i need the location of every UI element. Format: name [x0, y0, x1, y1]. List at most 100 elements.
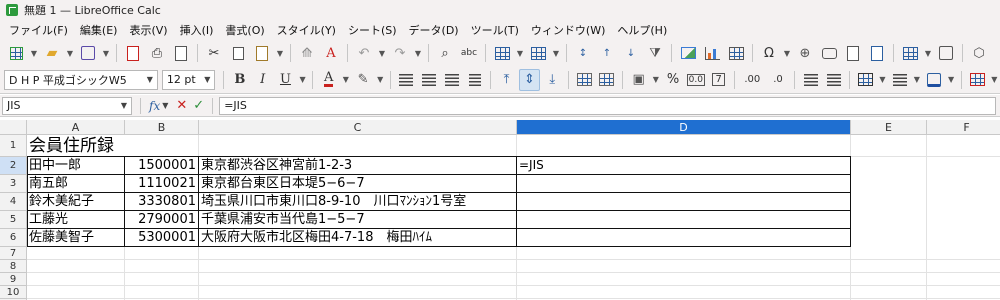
row-header-2[interactable]: 2	[0, 157, 27, 175]
underline-button[interactable]: U	[275, 69, 296, 91]
decrease-indent-icon[interactable]	[823, 69, 844, 91]
column-icon[interactable]	[527, 42, 549, 64]
cell-a6[interactable]: 佐藤美智子	[27, 229, 125, 247]
find-replace-icon[interactable]: ⌕	[434, 42, 456, 64]
column-header-d[interactable]: D	[517, 120, 851, 135]
undo-dropdown-chevron-icon[interactable]: ▼	[377, 42, 387, 64]
font-name-combobox[interactable]: D H P 平成ゴシックW5 ▼	[4, 69, 158, 90]
cell-a3[interactable]: 南五郎	[27, 175, 125, 193]
menu-view[interactable]: 表示(V)	[123, 22, 173, 38]
underline-dropdown-chevron-icon[interactable]: ▼	[298, 69, 307, 91]
cell-a2[interactable]: 田中一郎	[27, 157, 125, 175]
special-character-icon[interactable]: Ω	[758, 42, 780, 64]
open-folder-icon[interactable]: ▰	[41, 42, 63, 64]
export-pdf-icon[interactable]	[122, 42, 144, 64]
column-header-e[interactable]: E	[851, 120, 927, 135]
sort-descending-icon[interactable]: ↓	[620, 42, 642, 64]
currency-format-icon[interactable]: ▣	[628, 69, 649, 91]
cell-d3[interactable]	[517, 175, 851, 193]
align-center-icon[interactable]	[419, 69, 440, 91]
menu-help[interactable]: ヘルプ(H)	[611, 22, 673, 38]
new-document-icon[interactable]	[5, 42, 27, 64]
row-header-7[interactable]: 7	[0, 247, 27, 260]
hyperlink-icon[interactable]: ⊕	[794, 42, 816, 64]
chevron-down-icon[interactable]: ▼	[147, 75, 153, 84]
print-icon[interactable]: ⎙	[146, 42, 168, 64]
row-header-9[interactable]: 9	[0, 273, 27, 286]
cell-e1[interactable]	[851, 135, 927, 157]
name-box[interactable]: JIS ▼	[2, 96, 132, 115]
insert-chart-icon[interactable]	[701, 42, 723, 64]
row-header-4[interactable]: 4	[0, 193, 27, 211]
align-bottom-icon[interactable]: ⤓	[542, 69, 563, 91]
define-print-area-icon[interactable]	[866, 42, 888, 64]
menu-insert[interactable]: 挿入(I)	[174, 22, 220, 38]
font-color-dropdown-chevron-icon[interactable]: ▼	[341, 69, 350, 91]
borders-icon[interactable]	[855, 69, 876, 91]
wrap-text-icon[interactable]	[464, 69, 485, 91]
comment-icon[interactable]	[818, 42, 840, 64]
split-window-icon[interactable]	[935, 42, 957, 64]
menu-edit[interactable]: 編集(E)	[74, 22, 124, 38]
cell-a4[interactable]: 鈴木美紀子	[27, 193, 125, 211]
conditional-format-icon[interactable]	[967, 69, 988, 91]
font-color-button[interactable]: A	[318, 69, 339, 91]
date-format-icon[interactable]: 7	[708, 69, 729, 91]
percent-format-button[interactable]: %	[663, 69, 684, 91]
row-icon[interactable]	[491, 42, 513, 64]
highlight-color-icon[interactable]: ✎	[353, 69, 374, 91]
clone-formatting-icon[interactable]: ⟰	[296, 42, 318, 64]
special-character-dropdown-chevron-icon[interactable]: ▼	[782, 42, 792, 64]
column-header-c[interactable]: C	[199, 120, 517, 135]
row-dropdown-chevron-icon[interactable]: ▼	[515, 42, 525, 64]
border-color-dropdown-chevron-icon[interactable]: ▼	[946, 69, 955, 91]
formula-input[interactable]: =JIS	[219, 96, 996, 115]
sort-ascending-icon[interactable]: ↑	[596, 42, 618, 64]
row-header-3[interactable]: 3	[0, 175, 27, 193]
pivot-table-icon[interactable]	[725, 42, 747, 64]
align-right-icon[interactable]	[442, 69, 463, 91]
copy-icon[interactable]	[227, 42, 249, 64]
italic-button[interactable]: I	[252, 69, 273, 91]
bold-button[interactable]: B	[229, 69, 250, 91]
cell-b3[interactable]: 1110021	[125, 175, 199, 193]
cell-b5[interactable]: 2790001	[125, 211, 199, 229]
cell-c3[interactable]: 東京都台東区日本堤5−6−7	[199, 175, 517, 193]
cell-d2-active[interactable]: =JIS	[517, 157, 851, 175]
align-top-icon[interactable]: ⤒	[496, 69, 517, 91]
column-header-b[interactable]: B	[125, 120, 199, 135]
undo-icon[interactable]: ↶	[353, 42, 375, 64]
cell-a1[interactable]: 会員住所録	[27, 135, 125, 157]
cell-d5[interactable]	[517, 211, 851, 229]
row-header-1[interactable]: 1	[0, 135, 27, 157]
row-header-5[interactable]: 5	[0, 211, 27, 229]
chevron-down-icon[interactable]: ▼	[121, 101, 127, 110]
cell-b4[interactable]: 3330801	[125, 193, 199, 211]
font-size-combobox[interactable]: 12 pt ▼	[161, 69, 216, 90]
clear-formatting-icon[interactable]: A	[320, 42, 342, 64]
show-draw-functions-icon[interactable]: ⬡	[968, 42, 990, 64]
save-icon[interactable]	[77, 42, 99, 64]
menu-styles[interactable]: スタイル(Y)	[271, 22, 342, 38]
menu-data[interactable]: データ(D)	[403, 22, 465, 38]
autofilter-icon[interactable]: ⧩	[644, 42, 666, 64]
align-left-icon[interactable]	[396, 69, 417, 91]
cell-c1[interactable]	[199, 135, 517, 157]
cell-a5[interactable]: 工藤光	[27, 211, 125, 229]
cut-icon[interactable]: ✂	[203, 42, 225, 64]
menu-file[interactable]: ファイル(F)	[3, 22, 74, 38]
function-dropdown-chevron-icon[interactable]: ▼	[162, 101, 168, 110]
border-style-dropdown-chevron-icon[interactable]: ▼	[912, 69, 921, 91]
menu-tools[interactable]: ツール(T)	[465, 22, 525, 38]
cell-d4[interactable]	[517, 193, 851, 211]
number-format-button[interactable]: 0.0	[685, 69, 706, 91]
row-header-8[interactable]: 8	[0, 260, 27, 273]
sort-icon[interactable]: ↕	[572, 42, 594, 64]
conditional-dropdown-chevron-icon[interactable]: ▼	[990, 69, 999, 91]
menu-format[interactable]: 書式(O)	[219, 22, 270, 38]
chevron-down-icon[interactable]: ▼	[204, 75, 210, 84]
cell-b6[interactable]: 5300001	[125, 229, 199, 247]
new-dropdown-chevron-icon[interactable]: ▼	[29, 42, 39, 64]
freeze-dropdown-chevron-icon[interactable]: ▼	[923, 42, 933, 64]
redo-dropdown-chevron-icon[interactable]: ▼	[413, 42, 423, 64]
